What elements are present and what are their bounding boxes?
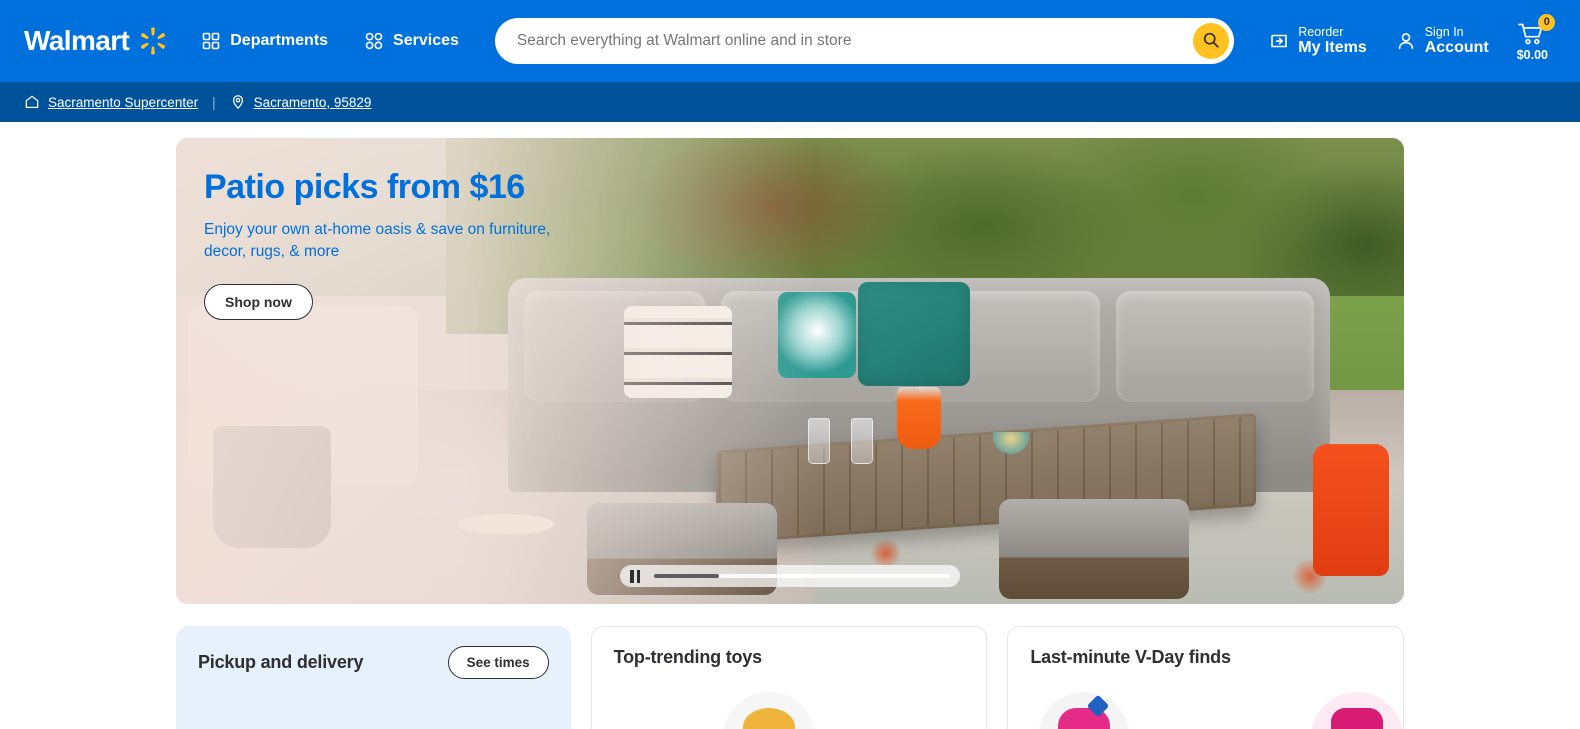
grid-circles-icon xyxy=(364,31,384,51)
card-pickup-and-delivery[interactable]: Pickup and delivery See times xyxy=(176,626,571,729)
home-icon xyxy=(24,94,40,110)
reorder-icon xyxy=(1268,30,1290,52)
store-selector-link[interactable]: Sacramento Supercenter xyxy=(24,94,198,110)
store-bar: Sacramento Supercenter | Sacramento, 958… xyxy=(0,82,1580,122)
search-bar xyxy=(494,18,1235,64)
hero-copy: Patio picks from $16 Enjoy your own at-h… xyxy=(204,168,604,321)
hero-ottoman xyxy=(998,499,1189,600)
carousel-progress-fill xyxy=(654,574,720,578)
grid-squares-icon xyxy=(201,31,221,51)
reorder-small-label: Reorder xyxy=(1298,24,1344,39)
hero-subtitle: Enjoy your own at-home oasis & save on f… xyxy=(204,221,551,260)
walmart-spark-icon xyxy=(138,26,168,56)
product-thumbnail[interactable] xyxy=(1038,686,1130,729)
store-name: Sacramento Supercenter xyxy=(48,94,199,110)
nav-services-label: Services xyxy=(393,32,459,49)
nav-services[interactable]: Services xyxy=(364,31,459,51)
card-last-minute-vday-finds[interactable]: Last-minute V-Day finds xyxy=(1007,626,1405,729)
product-thumbnail[interactable] xyxy=(714,686,824,729)
shop-now-button[interactable]: Shop now xyxy=(204,284,313,321)
card-title: Pickup and delivery xyxy=(198,652,364,672)
pause-icon[interactable] xyxy=(630,569,644,583)
content-container: Patio picks from $16 Enjoy your own at-h… xyxy=(176,138,1405,729)
reorder-big-label: My Items xyxy=(1298,38,1367,56)
carousel-controls xyxy=(620,565,960,587)
nav-departments-label: Departments xyxy=(230,32,329,49)
feature-cards-row: Pickup and delivery See times Top-trendi… xyxy=(176,626,1405,729)
product-thumbnail[interactable] xyxy=(1311,686,1404,729)
search-icon xyxy=(1202,31,1220,52)
hero-drink-pitcher xyxy=(896,387,941,450)
sign-in-account[interactable]: Sign In Account xyxy=(1381,25,1503,58)
location-selector-link[interactable]: Sacramento, 95829 xyxy=(230,94,372,110)
location-label: Sacramento, 95829 xyxy=(253,94,372,110)
search-input[interactable] xyxy=(514,31,1194,51)
see-times-button[interactable]: See times xyxy=(447,646,549,679)
hero-title: Patio picks from $16 xyxy=(204,168,525,206)
brand-name: Walmart xyxy=(24,25,130,56)
card-header: Top-trending toys xyxy=(614,647,965,668)
card-top-trending-toys[interactable]: Top-trending toys xyxy=(590,626,988,729)
site-header: Walmart Departments Services Search ever… xyxy=(0,0,1580,82)
header-actions: Reorder My Items Sign In Account 0 $0.00 xyxy=(1254,13,1556,62)
user-icon xyxy=(1395,30,1417,52)
card-title: Top-trending toys xyxy=(613,647,762,667)
cart-icon: 0 xyxy=(1517,13,1556,47)
search-button[interactable] xyxy=(1193,23,1230,59)
card-header: Pickup and delivery See times xyxy=(198,646,549,679)
nav-departments[interactable]: Departments xyxy=(201,31,328,51)
hero-drinking-glass xyxy=(851,417,874,464)
account-big-label: Account xyxy=(1424,38,1489,56)
cart-count-badge: 0 xyxy=(1538,13,1556,31)
store-bar-separator: | xyxy=(212,94,216,110)
cart-button[interactable]: 0 $0.00 xyxy=(1503,13,1556,62)
hero-cushion xyxy=(1116,290,1314,403)
card-header: Last-minute V-Day finds xyxy=(1030,647,1381,668)
reorder-my-items[interactable]: Reorder My Items xyxy=(1254,25,1380,58)
card-title: Last-minute V-Day finds xyxy=(1030,647,1231,667)
account-small-label: Sign In xyxy=(1424,24,1464,39)
card-thumbnails xyxy=(1030,686,1404,729)
hero-teal-pillow xyxy=(857,282,970,387)
hero-orange-stool xyxy=(1313,444,1390,577)
page-body: Patio picks from $16 Enjoy your own at-h… xyxy=(0,122,1580,729)
carousel-progress-track[interactable] xyxy=(654,574,950,578)
walmart-logo[interactable]: Walmart xyxy=(24,25,168,57)
card-thumbnails xyxy=(614,686,965,729)
cart-amount: $0.00 xyxy=(1516,47,1548,62)
hero-banner[interactable]: Patio picks from $16 Enjoy your own at-h… xyxy=(176,138,1404,604)
map-pin-icon xyxy=(230,94,246,110)
